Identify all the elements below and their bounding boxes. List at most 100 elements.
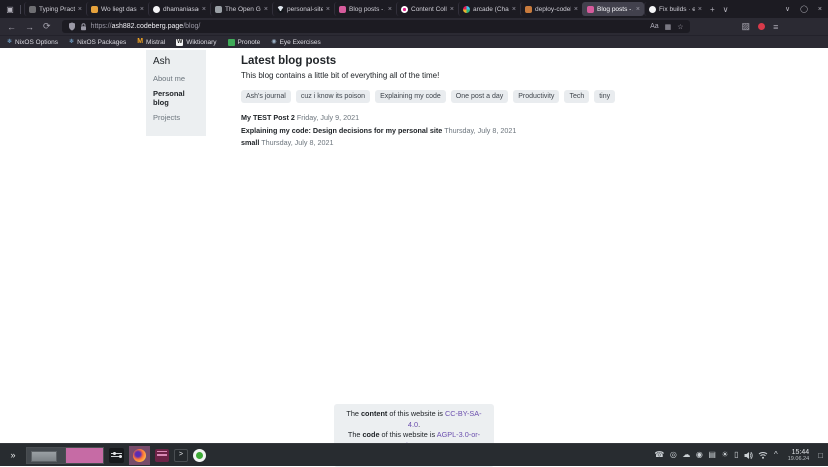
bookmark-label: NixOS Options [15,39,58,46]
bookmark-wiktionary[interactable]: W Wiktionary [176,39,216,46]
forward-icon[interactable]: → [25,22,34,32]
back-icon[interactable]: ← [7,22,16,32]
tab-title: Typing Practice [39,6,75,13]
site-title-link[interactable]: Ash [153,56,199,67]
list-tabs-icon[interactable]: ∨ [719,5,733,14]
app-launcher-icon[interactable]: » [5,450,21,460]
bookmark-star-icon[interactable]: ☆ [677,23,683,31]
post-row: My TEST Post 2 Friday, July 9, 2021 [241,113,671,122]
bookmark-nixos-packages[interactable]: ❄ NixOS Packages [69,39,126,46]
bookmarks-bar: ❄ NixOS Options ❄ NixOS Packages M Mistr… [0,35,828,48]
maximize-icon[interactable]: ◯ [800,5,808,13]
tab-dhamaniasad[interactable]: dhamaniasad × [148,2,210,16]
footer-text: of this website is [380,430,437,439]
new-tab-button[interactable]: + [706,5,719,14]
pager-desktop-2-active[interactable] [65,448,104,463]
tag-tiny[interactable]: tiny [594,90,615,103]
containers-icon[interactable]: ▦ [665,23,672,31]
url-path: /blog/ [183,23,200,30]
wifi-icon[interactable] [758,451,768,459]
tag-productivity[interactable]: Productivity [513,90,559,103]
tag-ashs-journal[interactable]: Ash's journal [241,90,291,103]
post-row: small Thursday, July 8, 2021 [241,138,671,147]
lock-icon[interactable] [80,23,87,31]
wallet-app-icon[interactable] [155,449,169,462]
tab-title: personal-site - [287,6,323,13]
tab-deploy-codeberg[interactable]: deploy-codebe × [520,2,582,16]
tag-one-post-a-day[interactable]: One post a day [451,90,508,103]
eye-icon: ◉ [271,39,276,45]
tab-close-icon[interactable]: × [450,6,454,13]
sidebar-item-projects[interactable]: Projects [153,113,199,122]
tab-personal-site[interactable]: personal-site - × [272,2,334,16]
bookmark-nixos-options[interactable]: ❄ NixOS Options [7,39,58,46]
reload-icon[interactable]: ⟳ [43,21,51,32]
sidebar-item-personal-blog[interactable]: Personal blog [153,89,199,107]
tab-close-icon[interactable]: × [326,6,330,13]
tray-expand-chevron-icon[interactable]: ^ [774,450,778,460]
tab-close-icon[interactable]: × [78,6,82,13]
post-title-link[interactable]: Explaining my code: Design decisions for… [241,126,442,135]
tab-typing-practice[interactable]: Typing Practice × [24,2,86,16]
tab-close-icon[interactable]: × [264,6,268,13]
show-desktop-icon[interactable]: □ [818,451,823,460]
tab-close-icon[interactable]: × [636,6,640,13]
tab-title: dhamaniasad [163,6,199,13]
tab-close-icon[interactable]: × [574,6,578,13]
close-icon[interactable]: × [818,6,822,13]
firefox-task-active[interactable] [129,446,150,465]
tab-close-icon[interactable]: × [388,6,392,13]
url-text[interactable]: https://ash882.codeberg.page/blog/ [91,23,201,30]
bookmark-label: Mistral [146,39,165,46]
record-icon[interactable]: ◉ [696,450,703,460]
tab-close-icon[interactable]: × [140,6,144,13]
site-sidebar: Ash About me Personal blog Projects [146,50,206,136]
tab-close-icon[interactable]: × [202,6,206,13]
tab-open-graph[interactable]: The Open Grap × [210,2,272,16]
bookmark-pronote[interactable]: Pronote [228,39,261,46]
pager-desktop-1[interactable] [27,448,65,463]
translate-icon[interactable]: Aa [650,23,659,30]
brightness-icon[interactable]: ☀ [721,450,728,460]
tab-wo-liegt-das[interactable]: Wo liegt das? | × [86,2,148,16]
mixer-app-icon[interactable] [109,448,124,463]
kdeconnect-icon[interactable]: ☎ [654,450,664,460]
cloud-sync-icon[interactable]: ☁ [682,450,690,460]
bookmark-eye-exercises[interactable]: ◉ Eye Exercises [271,39,320,46]
clipboard-icon[interactable]: ▤ [708,450,716,460]
tab-fix-builds[interactable]: Fix builds · ee × [644,2,706,16]
minimize-icon[interactable]: ∨ [785,5,790,13]
tab-close-icon[interactable]: × [512,6,516,13]
system-tray: ☎ ◎ ☁ ◉ ▤ ☀ ▯ ^ [654,450,777,460]
tab-title: Blog posts - As [349,6,385,13]
url-bar[interactable]: https://ash882.codeberg.page/blog/ Aa ▦ … [62,20,690,33]
clock-time: 15:44 [788,449,809,456]
post-row: Explaining my code: Design decisions for… [241,126,671,135]
clock-widget[interactable]: 15:44 19.06.24 [788,449,809,462]
terminal-app-icon[interactable]: > [174,449,188,462]
bookmark-mistral[interactable]: M Mistral [137,39,165,46]
post-title-link[interactable]: small [241,138,259,147]
status-icon[interactable]: ◎ [670,450,677,460]
menu-hamburger-icon[interactable]: ≡ [773,22,778,32]
tab-title: Fix builds · ee [659,6,695,13]
tab-close-icon[interactable]: × [698,6,702,13]
green-app-icon[interactable] [193,449,206,462]
adblock-extension-icon[interactable] [758,23,765,30]
sidebar-item-about-me[interactable]: About me [153,74,199,83]
tab-content-collections[interactable]: Content Collec × [396,2,458,16]
tag-tech[interactable]: Tech [564,90,589,103]
tab-blog-posts-active[interactable]: Blog posts - As × [582,2,644,16]
bookmark-label: NixOS Packages [77,39,126,46]
tab-blog-posts-1[interactable]: Blog posts - As × [334,2,396,16]
battery-icon[interactable]: ▯ [734,450,738,460]
tag-explaining-my-code[interactable]: Explaining my code [375,90,446,103]
shield-icon[interactable] [68,22,76,31]
firefox-view-icon[interactable]: ▣ [3,3,17,15]
tab-arcade-slack[interactable]: arcade (Chann × [458,2,520,16]
codeberg-favicon [277,6,284,13]
extension-icon[interactable]: ▨ [742,21,751,32]
post-title-link[interactable]: My TEST Post 2 [241,113,295,122]
tag-cuz-i-know-its-poison[interactable]: cuz i know its poison [296,90,370,103]
volume-icon[interactable] [744,451,753,460]
